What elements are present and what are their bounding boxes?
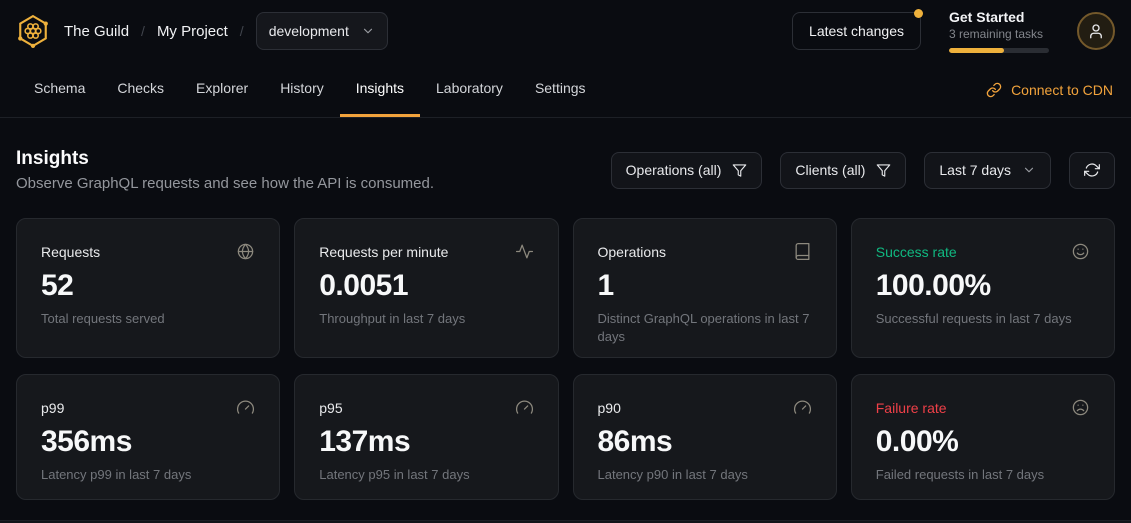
metric-card-title: Requests per minute	[319, 244, 448, 260]
metric-card-value: 52	[41, 269, 255, 303]
avatar[interactable]	[1077, 12, 1115, 50]
metric-card-title: Failure rate	[876, 400, 947, 416]
metric-card-value: 356ms	[41, 425, 255, 459]
breadcrumb-separator: /	[240, 23, 244, 39]
metric-card: p95 137ms Latency p95 in last 7 days	[294, 374, 558, 500]
latest-changes-button[interactable]: Latest changes	[792, 12, 921, 50]
gauge-icon	[236, 398, 255, 417]
operations-filter-label: Operations (all)	[626, 162, 722, 178]
frown-icon	[1071, 398, 1090, 417]
globe-icon	[236, 242, 255, 261]
nav-tab-label: Schema	[34, 80, 85, 96]
date-range-selector[interactable]: Last 7 days	[924, 152, 1051, 189]
connect-cdn-link[interactable]: Connect to CDN	[986, 62, 1113, 117]
guild-logo-icon	[16, 14, 50, 48]
metric-card: Requests 52 Total requests served	[16, 218, 280, 358]
link-icon	[986, 82, 1002, 98]
org-name[interactable]: The Guild	[64, 23, 129, 40]
get-started-title: Get Started	[949, 9, 1049, 25]
metric-card-value: 0.00%	[876, 425, 1090, 459]
metric-card-description: Distinct GraphQL operations in last 7 da…	[598, 310, 812, 345]
insights-page: Insights Observe GraphQL requests and se…	[0, 118, 1131, 500]
metric-card-description: Successful requests in last 7 days	[876, 310, 1090, 328]
nav-tab-label: Laboratory	[436, 80, 503, 96]
filter-funnel-icon	[876, 163, 891, 178]
metric-card: Failure rate 0.00% Failed requests in la…	[851, 374, 1115, 500]
section-titles: Insights Observe GraphQL requests and se…	[16, 148, 434, 192]
metric-card-value: 0.0051	[319, 269, 533, 303]
metric-card-value: 1	[598, 269, 812, 303]
nav-tab-label: Explorer	[196, 80, 248, 96]
metric-card: p99 356ms Latency p99 in last 7 days	[16, 374, 280, 500]
nav-tab-label: History	[280, 80, 324, 96]
metric-card: Success rate 100.00% Successful requests…	[851, 218, 1115, 358]
smile-icon	[1071, 242, 1090, 261]
breadcrumb-separator: /	[141, 23, 145, 39]
metric-cards-grid: Requests 52 Total requests served Reques…	[16, 218, 1115, 500]
breadcrumb: The Guild / My Project / development	[64, 12, 388, 50]
nav-tabs: Schema Checks Explorer History Insights …	[0, 62, 1131, 118]
nav-tab-history[interactable]: History	[264, 62, 340, 117]
get-started-widget[interactable]: Get Started 3 remaining tasks	[949, 9, 1049, 53]
nav-tab-laboratory[interactable]: Laboratory	[420, 62, 519, 117]
chevron-down-icon	[1022, 163, 1036, 177]
clients-filter-button[interactable]: Clients (all)	[780, 152, 906, 189]
refresh-icon	[1084, 162, 1100, 178]
refresh-button[interactable]	[1069, 152, 1115, 189]
page-subtitle: Observe GraphQL requests and see how the…	[16, 175, 434, 192]
metric-card-description: Latency p90 in last 7 days	[598, 466, 812, 484]
metric-card-value: 86ms	[598, 425, 812, 459]
project-name[interactable]: My Project	[157, 23, 228, 40]
nav-tab-settings[interactable]: Settings	[519, 62, 602, 117]
get-started-progress-fill	[949, 48, 1004, 53]
nav-tab-checks[interactable]: Checks	[101, 62, 180, 117]
get-started-subtitle: 3 remaining tasks	[949, 27, 1049, 41]
metric-card: p90 86ms Latency p90 in last 7 days	[573, 374, 837, 500]
metric-card-description: Latency p99 in last 7 days	[41, 466, 255, 484]
nav-tab-label: Checks	[117, 80, 164, 96]
filter-funnel-icon	[732, 163, 747, 178]
connect-cdn-label: Connect to CDN	[1011, 82, 1113, 98]
notification-dot	[914, 9, 923, 18]
metric-card-title: p90	[598, 400, 621, 416]
section-header: Insights Observe GraphQL requests and se…	[16, 148, 1115, 192]
header-right: Latest changes Get Started 3 remaining t…	[792, 9, 1115, 53]
metric-card-description: Total requests served	[41, 310, 255, 328]
clients-filter-label: Clients (all)	[795, 162, 865, 178]
metric-card-value: 100.00%	[876, 269, 1090, 303]
date-range-label: Last 7 days	[939, 162, 1011, 178]
metric-card: Requests per minute 0.0051 Throughput in…	[294, 218, 558, 358]
book-icon	[793, 242, 812, 261]
filter-toolbar: Operations (all) Clients (all) Last 7 da…	[611, 152, 1115, 189]
metric-card: Operations 1 Distinct GraphQL operations…	[573, 218, 837, 358]
activity-icon	[515, 242, 534, 261]
nav-tab-insights[interactable]: Insights	[340, 62, 420, 117]
metric-card-value: 137ms	[319, 425, 533, 459]
metric-card-title: Requests	[41, 244, 100, 260]
user-icon	[1087, 22, 1105, 40]
operations-filter-button[interactable]: Operations (all)	[611, 152, 763, 189]
chevron-down-icon	[361, 24, 375, 38]
get-started-progress-bar	[949, 48, 1049, 53]
gauge-icon	[793, 398, 812, 417]
metric-card-title: p95	[319, 400, 342, 416]
metric-card-title: p99	[41, 400, 64, 416]
metric-card-description: Latency p95 in last 7 days	[319, 466, 533, 484]
metric-card-title: Operations	[598, 244, 666, 260]
metric-card-description: Failed requests in last 7 days	[876, 466, 1090, 484]
target-selector-value: development	[269, 23, 349, 39]
nav-tab-schema[interactable]: Schema	[18, 62, 101, 117]
metric-card-description: Throughput in last 7 days	[319, 310, 533, 328]
gauge-icon	[515, 398, 534, 417]
nav-tab-explorer[interactable]: Explorer	[180, 62, 264, 117]
latest-changes-label: Latest changes	[809, 23, 904, 39]
nav-tab-label: Insights	[356, 80, 404, 96]
app-header: The Guild / My Project / development Lat…	[0, 0, 1131, 62]
page-title: Insights	[16, 148, 434, 170]
metric-card-title: Success rate	[876, 244, 957, 260]
nav-tab-label: Settings	[535, 80, 586, 96]
target-selector[interactable]: development	[256, 12, 388, 50]
